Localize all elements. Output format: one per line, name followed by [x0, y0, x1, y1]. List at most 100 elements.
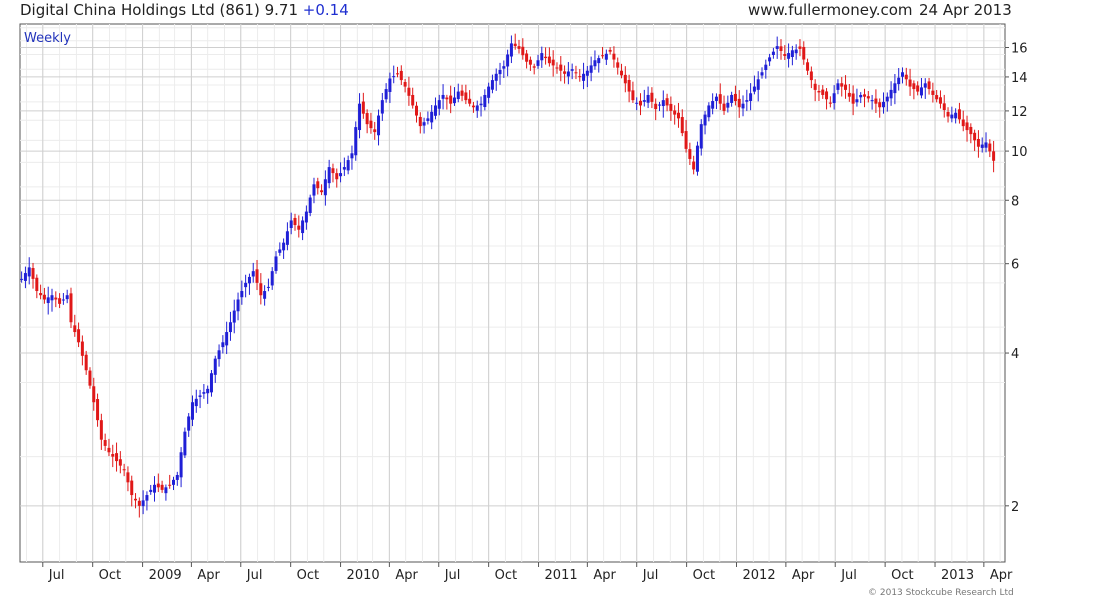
candle-body	[897, 77, 901, 85]
candle-body	[866, 96, 870, 99]
candle-body	[517, 46, 521, 49]
x-tick-label: Jul	[444, 568, 461, 583]
candle-body	[935, 95, 939, 100]
candle-body	[115, 453, 119, 462]
candle-body	[657, 104, 661, 106]
candle-body	[46, 297, 50, 304]
candle-body	[308, 197, 312, 213]
candle-body	[407, 87, 411, 96]
candle-body	[251, 271, 255, 277]
candle-body	[574, 72, 578, 74]
candle-body	[608, 49, 612, 52]
candle-body	[749, 93, 753, 101]
candle-body	[464, 92, 468, 101]
candle-body	[980, 144, 984, 148]
candlestick-chart: Jul Oct 2009 Apr Jul Oct 2010 Apr Jul Oct 2011 Apr J…	[19, 23, 1028, 598]
candle-body	[938, 97, 942, 104]
x-tick-label: 2012	[743, 568, 776, 583]
candle-body	[285, 231, 289, 245]
candle-body	[498, 69, 502, 75]
candle-body	[760, 72, 764, 76]
candle-body	[418, 116, 422, 127]
candle-body	[35, 277, 39, 292]
candle-body	[414, 105, 418, 116]
candle-body	[927, 81, 931, 90]
candle-body	[156, 483, 160, 488]
candle-body	[589, 65, 593, 73]
candle-body	[976, 138, 980, 147]
candle-body	[266, 286, 270, 288]
candle-body	[141, 500, 145, 507]
candle-body	[642, 100, 646, 102]
candle-body	[361, 101, 365, 114]
x-tick-label: Apr	[990, 568, 1013, 583]
candle-body	[661, 100, 665, 107]
candle-body	[69, 293, 73, 323]
candle-body	[912, 83, 916, 90]
candle-body	[73, 325, 77, 333]
candle-body	[950, 114, 954, 119]
candle-body	[179, 452, 183, 478]
candle-body	[316, 181, 320, 189]
candle-body	[536, 60, 540, 66]
candle-body	[323, 179, 327, 196]
y-tick-label: 6	[1011, 258, 1019, 273]
candle-body	[878, 102, 882, 108]
candle-body	[992, 151, 996, 161]
candle-body	[969, 126, 973, 135]
candle-body	[965, 122, 969, 131]
candle-body	[616, 62, 620, 68]
candle-body	[699, 124, 703, 149]
candle-body	[441, 94, 445, 99]
candle-body	[775, 46, 779, 49]
candle-body	[130, 480, 134, 496]
candle-body	[904, 74, 908, 80]
candle-body	[946, 111, 950, 117]
candle-body	[103, 440, 107, 446]
candle-body	[145, 495, 149, 501]
candle-body	[540, 53, 544, 61]
candle-body	[168, 484, 172, 486]
candle-body	[23, 273, 27, 281]
x-tick-label: Oct	[297, 568, 319, 583]
candle-body	[559, 64, 563, 71]
candle-body	[388, 78, 392, 92]
candle-body	[88, 370, 92, 386]
candle-body	[111, 454, 115, 457]
candle-body	[153, 484, 157, 493]
candle-body	[175, 475, 179, 480]
candle-body	[695, 145, 699, 172]
x-tick-label: Jul	[246, 568, 263, 583]
candle-body	[118, 459, 122, 466]
candle-body	[684, 131, 688, 149]
candle-body	[506, 54, 510, 67]
candle-body	[452, 97, 456, 104]
candle-body	[396, 73, 400, 75]
candle-body	[566, 71, 570, 77]
candle-body	[232, 310, 236, 323]
candle-body	[187, 416, 191, 431]
candle-body	[373, 129, 377, 133]
candle-body	[54, 297, 58, 300]
candle-body	[882, 101, 886, 108]
candle-body	[563, 71, 567, 74]
candle-body	[149, 489, 153, 492]
candle-body	[247, 276, 251, 284]
candle-body	[593, 60, 597, 67]
candle-body	[377, 115, 381, 136]
candle-body	[282, 242, 286, 251]
candle-body	[411, 94, 415, 106]
candle-body	[365, 113, 369, 125]
candle-body	[931, 90, 935, 95]
candle-body	[217, 350, 221, 360]
candle-body	[578, 76, 582, 78]
candle-body	[126, 472, 130, 483]
candle-body	[673, 110, 677, 115]
candle-body	[555, 67, 559, 69]
candle-body	[433, 105, 437, 116]
candle-body	[164, 487, 168, 494]
candle-body	[620, 70, 624, 76]
frequency-label: Weekly	[24, 31, 71, 46]
candle-body	[821, 89, 825, 95]
candle-body	[961, 119, 965, 127]
